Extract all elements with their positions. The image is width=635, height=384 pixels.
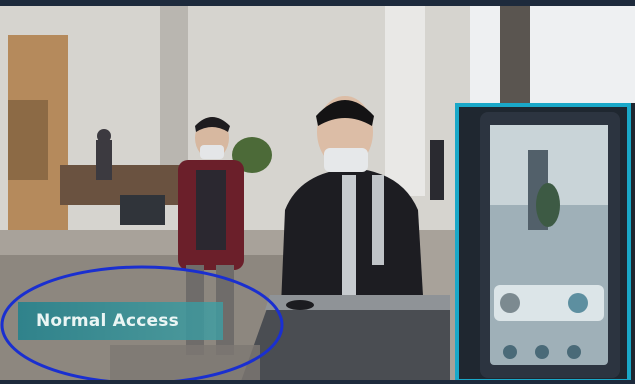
video-frame: Normal Access [0, 0, 635, 384]
access-status-label: Normal Access [18, 302, 223, 340]
frame-bottom-border [0, 380, 635, 384]
frame-top-border [0, 0, 635, 6]
